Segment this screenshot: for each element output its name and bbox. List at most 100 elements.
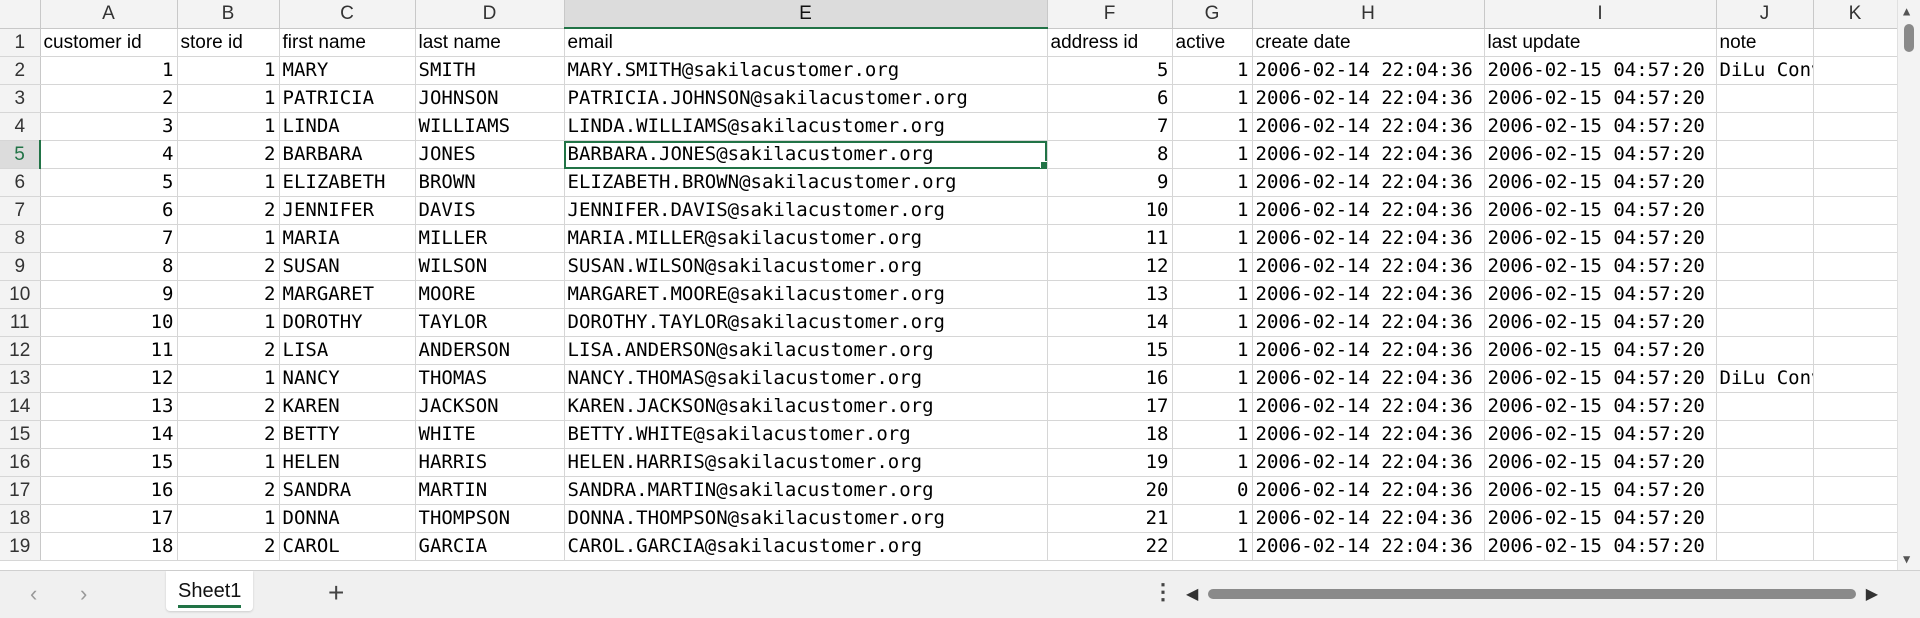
cell-e12[interactable]: LISA.ANDERSON@sakilacustomer.org — [564, 336, 1048, 365]
row-header[interactable]: 8 — [0, 224, 41, 253]
cell-a14[interactable]: 13 — [40, 392, 178, 421]
cell-e19[interactable]: CAROL.GARCIA@sakilacustomer.org — [564, 532, 1048, 561]
cell-f19[interactable]: 22 — [1047, 532, 1173, 561]
cell-d3[interactable]: JOHNSON — [415, 84, 565, 113]
cell-d16[interactable]: HARRIS — [415, 448, 565, 477]
cell-g13[interactable]: 1 — [1172, 364, 1253, 393]
row-header[interactable]: 3 — [0, 84, 41, 113]
column-header-b[interactable]: B — [177, 0, 280, 29]
cell-h1[interactable]: create date — [1252, 28, 1485, 57]
cell-e3[interactable]: PATRICIA.JOHNSON@sakilacustomer.org — [564, 84, 1048, 113]
cell-k8[interactable] — [1813, 224, 1897, 253]
cell-c7[interactable]: JENNIFER — [279, 196, 416, 225]
row-header[interactable]: 13 — [0, 364, 41, 393]
row-header[interactable]: 4 — [0, 112, 41, 141]
cell-h2[interactable]: 2006-02-14 22:04:36 — [1252, 56, 1485, 85]
chevron-right-icon[interactable]: › — [80, 581, 87, 607]
row-header[interactable]: 7 — [0, 196, 41, 225]
vertical-ellipsis-icon[interactable]: ⋮ — [1152, 579, 1174, 605]
cell-g14[interactable]: 1 — [1172, 392, 1253, 421]
cell-e17[interactable]: SANDRA.MARTIN@sakilacustomer.org — [564, 476, 1048, 505]
cell-h10[interactable]: 2006-02-14 22:04:36 — [1252, 280, 1485, 309]
cell-c15[interactable]: BETTY — [279, 420, 416, 449]
cell-j9[interactable] — [1716, 252, 1814, 281]
cell-g3[interactable]: 1 — [1172, 84, 1253, 113]
cell-i7[interactable]: 2006-02-15 04:57:20 — [1484, 196, 1717, 225]
cell-c17[interactable]: SANDRA — [279, 476, 416, 505]
scroll-up-icon[interactable]: ▲ — [1903, 4, 1910, 18]
row-header[interactable]: 12 — [0, 336, 41, 365]
cell-c2[interactable]: MARY — [279, 56, 416, 85]
cell-c5[interactable]: BARBARA — [279, 140, 416, 169]
cell-j15[interactable] — [1716, 420, 1814, 449]
cell-b18[interactable]: 1 — [177, 504, 280, 533]
cell-d11[interactable]: TAYLOR — [415, 308, 565, 337]
cell-b3[interactable]: 1 — [177, 84, 280, 113]
cell-d13[interactable]: THOMAS — [415, 364, 565, 393]
cell-h19[interactable]: 2006-02-14 22:04:36 — [1252, 532, 1485, 561]
cell-f5[interactable]: 8 — [1047, 140, 1173, 169]
cell-h14[interactable]: 2006-02-14 22:04:36 — [1252, 392, 1485, 421]
cell-i10[interactable]: 2006-02-15 04:57:20 — [1484, 280, 1717, 309]
cell-f4[interactable]: 7 — [1047, 112, 1173, 141]
cell-e10[interactable]: MARGARET.MOORE@sakilacustomer.org — [564, 280, 1048, 309]
cell-a10[interactable]: 9 — [40, 280, 178, 309]
cell-i16[interactable]: 2006-02-15 04:57:20 — [1484, 448, 1717, 477]
cell-j13[interactable]: DiLu Converter i — [1716, 364, 1814, 393]
cell-f10[interactable]: 13 — [1047, 280, 1173, 309]
cell-g15[interactable]: 1 — [1172, 420, 1253, 449]
sheet-tab[interactable]: Sheet1 — [166, 571, 254, 611]
cell-b8[interactable]: 1 — [177, 224, 280, 253]
cell-d19[interactable]: GARCIA — [415, 532, 565, 561]
cell-a17[interactable]: 16 — [40, 476, 178, 505]
cell-c6[interactable]: ELIZABETH — [279, 168, 416, 197]
cell-e6[interactable]: ELIZABETH.BROWN@sakilacustomer.org — [564, 168, 1048, 197]
cell-h8[interactable]: 2006-02-14 22:04:36 — [1252, 224, 1485, 253]
cell-g17[interactable]: 0 — [1172, 476, 1253, 505]
cell-f13[interactable]: 16 — [1047, 364, 1173, 393]
row-header[interactable]: 18 — [0, 504, 41, 533]
cell-c14[interactable]: KAREN — [279, 392, 416, 421]
cell-h12[interactable]: 2006-02-14 22:04:36 — [1252, 336, 1485, 365]
cell-g10[interactable]: 1 — [1172, 280, 1253, 309]
row-header[interactable]: 5 — [0, 140, 41, 169]
cell-i1[interactable]: last update — [1484, 28, 1717, 57]
cell-b16[interactable]: 1 — [177, 448, 280, 477]
cell-g2[interactable]: 1 — [1172, 56, 1253, 85]
cell-j5[interactable] — [1716, 140, 1814, 169]
cell-e15[interactable]: BETTY.WHITE@sakilacustomer.org — [564, 420, 1048, 449]
cell-k16[interactable] — [1813, 448, 1897, 477]
row-header[interactable]: 9 — [0, 252, 41, 281]
cell-i15[interactable]: 2006-02-15 04:57:20 — [1484, 420, 1717, 449]
cell-c1[interactable]: first name — [279, 28, 416, 57]
row-header[interactable]: 10 — [0, 280, 41, 309]
cell-a15[interactable]: 14 — [40, 420, 178, 449]
cell-k2[interactable] — [1813, 56, 1897, 85]
cell-f2[interactable]: 5 — [1047, 56, 1173, 85]
cell-f3[interactable]: 6 — [1047, 84, 1173, 113]
row-header[interactable]: 14 — [0, 392, 41, 421]
cell-f6[interactable]: 9 — [1047, 168, 1173, 197]
cell-f17[interactable]: 20 — [1047, 476, 1173, 505]
cell-f12[interactable]: 15 — [1047, 336, 1173, 365]
cell-f9[interactable]: 12 — [1047, 252, 1173, 281]
cell-j16[interactable] — [1716, 448, 1814, 477]
cell-h4[interactable]: 2006-02-14 22:04:36 — [1252, 112, 1485, 141]
cell-h7[interactable]: 2006-02-14 22:04:36 — [1252, 196, 1485, 225]
cell-d5[interactable]: JONES — [415, 140, 565, 169]
cell-e16[interactable]: HELEN.HARRIS@sakilacustomer.org — [564, 448, 1048, 477]
cell-a16[interactable]: 15 — [40, 448, 178, 477]
column-header-k[interactable]: K — [1813, 0, 1897, 29]
cell-f18[interactable]: 21 — [1047, 504, 1173, 533]
cell-d4[interactable]: WILLIAMS — [415, 112, 565, 141]
cell-k12[interactable] — [1813, 336, 1897, 365]
cell-b9[interactable]: 2 — [177, 252, 280, 281]
cell-j17[interactable] — [1716, 476, 1814, 505]
cell-b17[interactable]: 2 — [177, 476, 280, 505]
cell-d2[interactable]: SMITH — [415, 56, 565, 85]
cell-a12[interactable]: 11 — [40, 336, 178, 365]
cell-a9[interactable]: 8 — [40, 252, 178, 281]
cell-f16[interactable]: 19 — [1047, 448, 1173, 477]
cell-b6[interactable]: 1 — [177, 168, 280, 197]
cell-j11[interactable] — [1716, 308, 1814, 337]
